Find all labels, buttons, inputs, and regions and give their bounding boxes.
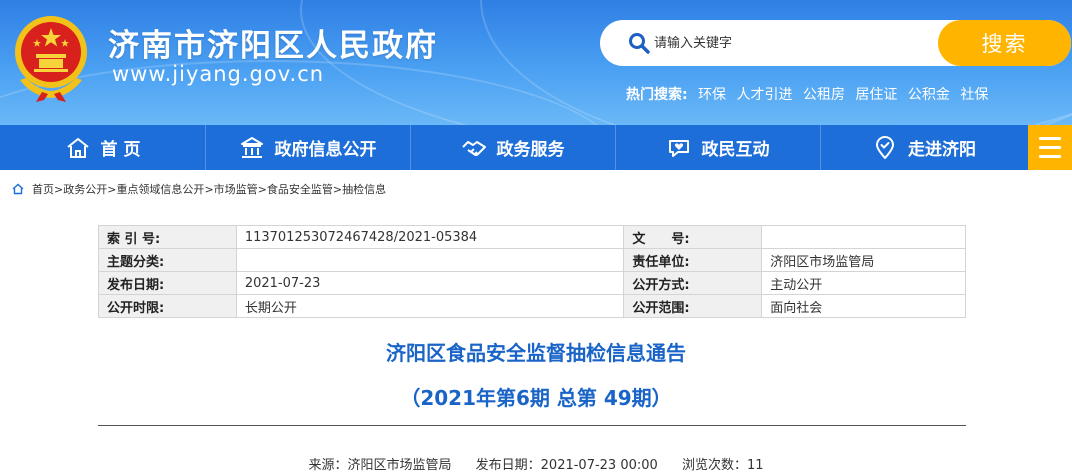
home-icon <box>66 137 89 158</box>
site-title: 济南市济阳区人民政府 <box>108 28 438 64</box>
nav-item-gov-info[interactable]: 政府信息公开 <box>205 125 410 170</box>
meta-value <box>761 225 966 249</box>
national-emblem-icon <box>15 16 87 102</box>
location-pin-icon <box>876 135 894 159</box>
table-row: 公开时限: 长期公开 公开范围: 面向社会 <box>98 294 966 318</box>
meta-key: 索 引 号: <box>98 225 237 249</box>
search-button[interactable]: 搜索 <box>938 20 1071 66</box>
nav-item-services[interactable]: 政务服务 <box>410 125 615 170</box>
nav-item-label: 政府信息公开 <box>274 140 377 160</box>
nav-item-home[interactable]: 首 页 <box>0 125 205 170</box>
menu-bar <box>1039 137 1061 140</box>
meta-key: 发布日期: <box>98 271 237 295</box>
nav-item-label: 首 页 <box>100 140 141 160</box>
hot-search-item[interactable]: 居住证 <box>855 87 897 103</box>
meta-value <box>235 248 625 272</box>
breadcrumb-item-current[interactable]: 抽检信息 <box>342 181 386 197</box>
article-title: 济阳区食品安全监督抽检信息通告 <box>386 341 686 365</box>
breadcrumb-separator: > <box>257 182 267 196</box>
hot-search: 热门搜索: 环保 人才引进 公租房 居住证 公积金 社保 <box>626 84 994 104</box>
document-meta-table: 索 引 号: 113701253072467428/2021-05384 文 号… <box>98 225 966 318</box>
hamburger-menu-icon[interactable] <box>1028 125 1072 170</box>
breadcrumb-item[interactable]: 重点领域信息公开 <box>116 181 204 197</box>
breadcrumb-separator: > <box>204 182 214 196</box>
nav-item-label: 走进济阳 <box>908 140 976 160</box>
breadcrumb-item[interactable]: 政务公开 <box>63 181 107 197</box>
meta-value: 2021-07-23 <box>235 271 625 295</box>
meta-key: 公开时限: <box>98 294 237 318</box>
home-icon <box>12 183 24 195</box>
meta-value: 主动公开 <box>761 271 966 295</box>
nav-item-label: 政民互动 <box>701 140 770 160</box>
meta-key: 公开方式: <box>623 271 763 295</box>
hot-search-item[interactable]: 社保 <box>960 87 988 103</box>
table-row: 索 引 号: 113701253072467428/2021-05384 文 号… <box>98 225 966 249</box>
hot-search-item[interactable]: 公租房 <box>803 87 845 103</box>
breadcrumb-item[interactable]: 首页 <box>32 181 54 197</box>
article-date: 发布日期：2021-07-23 00:00 <box>475 458 658 473</box>
article-views: 浏览次数：11 <box>681 458 764 473</box>
meta-value: 长期公开 <box>235 294 625 318</box>
chat-heart-icon <box>668 139 689 157</box>
menu-bar <box>1039 146 1061 149</box>
table-row: 主题分类: 责任单位: 济阳区市场监管局 <box>98 248 966 272</box>
nav-item-interaction[interactable]: 政民互动 <box>615 125 820 170</box>
meta-value: 113701253072467428/2021-05384 <box>235 225 625 249</box>
meta-value: 济阳区市场监管局 <box>761 248 966 272</box>
page: 济南市济阳区人民政府 www.jiyang.gov.cn 搜索 热门搜索: 环保… <box>0 0 1072 475</box>
breadcrumb-item[interactable]: 食品安全监管 <box>267 181 333 197</box>
meta-key: 公开范围: <box>623 294 763 318</box>
meta-key: 主题分类: <box>98 248 237 272</box>
hot-search-item[interactable]: 人才引进 <box>737 87 793 103</box>
meta-value: 面向社会 <box>761 294 966 318</box>
divider <box>98 425 966 426</box>
article-source: 来源：济阳区市场监管局 <box>308 458 452 473</box>
hot-search-item[interactable]: 公积金 <box>908 87 950 103</box>
handshake-icon <box>461 140 486 156</box>
breadcrumb: 首页 > 政务公开 > 重点领域信息公开 > 市场监管 > 食品安全监管 > 抽… <box>12 181 386 197</box>
hot-search-label: 热门搜索: <box>626 87 688 103</box>
government-building-icon <box>240 136 263 158</box>
menu-bar <box>1039 155 1061 158</box>
main-nav: 首 页 政府信息公开 政务服务 政民互动 走进济阳 <box>0 125 1072 170</box>
search-icon[interactable] <box>628 32 650 54</box>
nav-item-label: 政务服务 <box>496 140 565 160</box>
hot-search-item[interactable]: 环保 <box>698 87 726 103</box>
search-input[interactable] <box>654 32 924 54</box>
breadcrumb-item[interactable]: 市场监管 <box>214 181 258 197</box>
breadcrumb-separator: > <box>54 182 64 196</box>
article-subtitle: （2021年第6期 总第 49期） <box>400 386 672 410</box>
nav-item-about[interactable]: 走进济阳 <box>820 125 1028 170</box>
meta-key: 文 号: <box>623 225 763 249</box>
meta-key: 责任单位: <box>623 248 763 272</box>
breadcrumb-separator: > <box>332 182 343 196</box>
article-info: 来源：济阳区市场监管局 发布日期：2021-07-23 00:00 浏览次数：1… <box>0 454 1072 473</box>
breadcrumb-separator: > <box>107 182 117 196</box>
table-row: 发布日期: 2021-07-23 公开方式: 主动公开 <box>98 271 966 295</box>
site-domain: www.jiyang.gov.cn <box>112 62 325 86</box>
